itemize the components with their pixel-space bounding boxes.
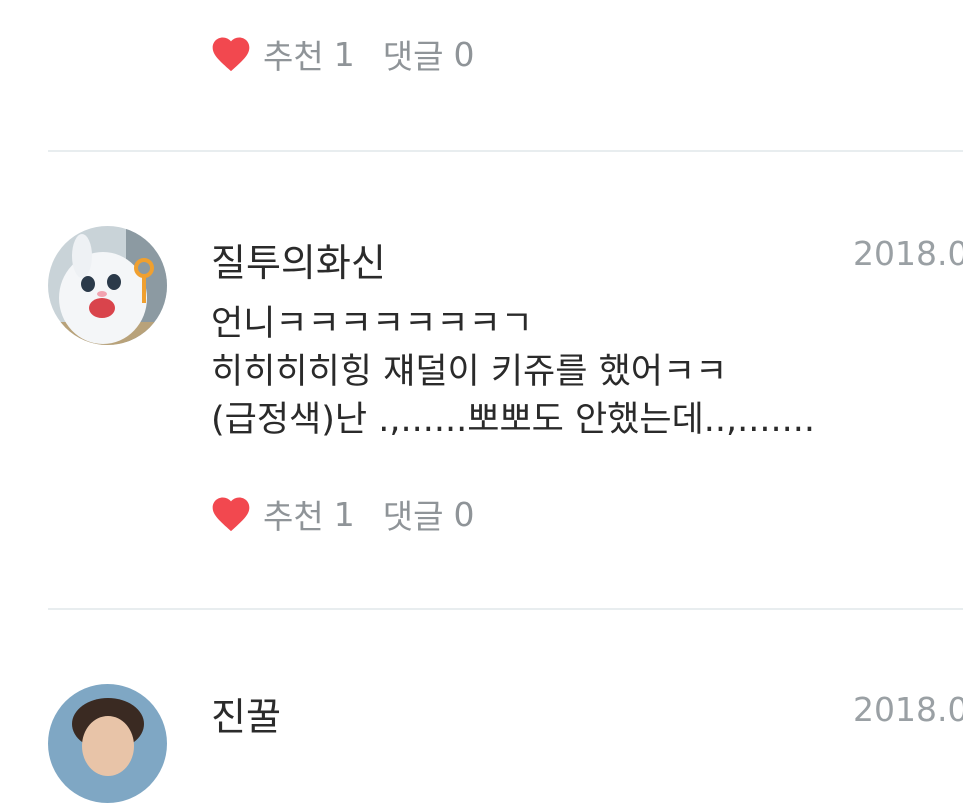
- comment-line: 히히히히힝 쟤덜이 키쥬를 했어ㅋㅋ: [211, 352, 728, 392]
- comment-line: 언니ㅋㅋㅋㅋㅋㅋㅋㄱ: [211, 304, 534, 344]
- like-count: 1: [333, 34, 355, 74]
- heart-icon[interactable]: [209, 492, 253, 536]
- heart-icon[interactable]: [209, 32, 253, 76]
- reply-label[interactable]: 댓글: [383, 30, 444, 78]
- comment-line: (급정색)난 .,......뽀뽀도 안했는데..,.......: [211, 400, 816, 440]
- comment-author[interactable]: 진꿀: [211, 686, 281, 741]
- like-label[interactable]: 추천: [263, 30, 324, 78]
- like-label[interactable]: 추천: [263, 490, 324, 538]
- avatar[interactable]: [48, 226, 167, 345]
- like-count: 1: [333, 494, 355, 534]
- comment-date: 2018.0: [853, 690, 963, 729]
- comment-actions: 추천 1 댓글 0: [209, 492, 474, 536]
- comment-author[interactable]: 질투의화신: [211, 232, 386, 287]
- divider: [48, 150, 963, 152]
- reply-label[interactable]: 댓글: [383, 490, 444, 538]
- avatar-image: [48, 226, 167, 345]
- divider: [48, 608, 963, 610]
- reply-count: 0: [453, 494, 475, 534]
- comment-date: 2018.0: [853, 234, 963, 273]
- reply-count: 0: [453, 34, 475, 74]
- avatar-image: [48, 684, 167, 803]
- avatar[interactable]: [48, 684, 167, 803]
- comment-actions: 추천 1 댓글 0: [209, 32, 474, 76]
- comment-body: 언니ㅋㅋㅋㅋㅋㅋㅋㄱ 히히히히힝 쟤덜이 키쥬를 했어ㅋㅋ (급정색)난 .,.…: [211, 300, 951, 444]
